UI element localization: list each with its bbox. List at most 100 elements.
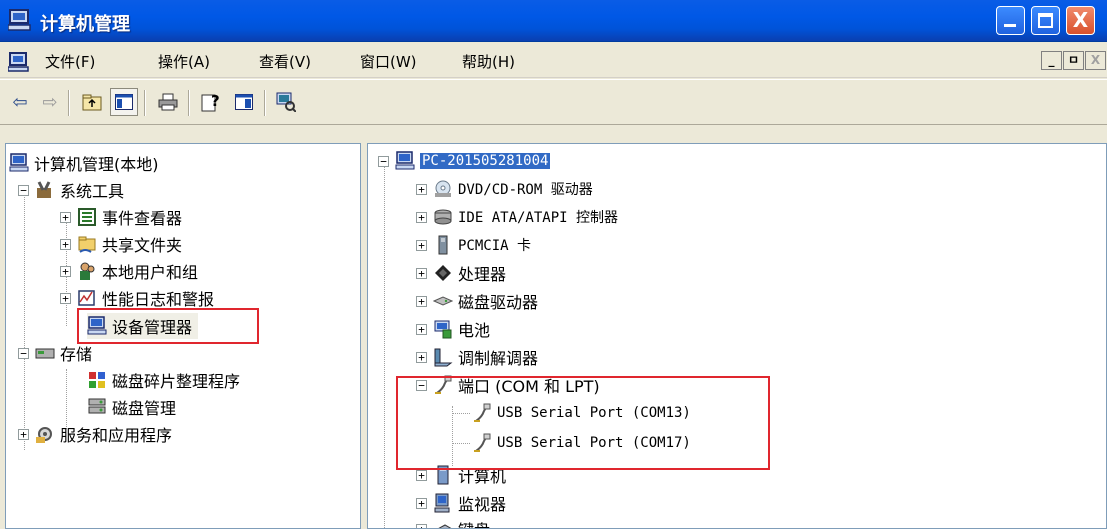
- close-button[interactable]: X: [1066, 6, 1095, 35]
- tree-node-local-users[interactable]: + 本地用户和组: [60, 258, 198, 284]
- up-folder-icon: [82, 94, 102, 111]
- close-icon: X: [1072, 8, 1089, 32]
- device-category-battery[interactable]: + 电池: [416, 316, 490, 342]
- tree-node-label: 服务和应用程序: [60, 426, 173, 445]
- maximize-icon: [1038, 13, 1053, 28]
- expand-icon[interactable]: +: [416, 351, 427, 363]
- disk-drive-icon: [433, 296, 453, 306]
- device-category-processor[interactable]: + 处理器: [416, 260, 506, 286]
- menu-help[interactable]: 帮助(H): [462, 51, 515, 72]
- expand-icon[interactable]: +: [18, 428, 29, 440]
- forward-button[interactable]: ⇨: [36, 88, 64, 116]
- show-hide-tree-icon: [115, 94, 133, 110]
- help-icon: ?: [201, 92, 220, 112]
- properties-button[interactable]: [230, 88, 258, 116]
- device-tree-pane[interactable]: − PC-201505281004 + DVD/CD-ROM 驱动器 + IDE…: [367, 143, 1107, 529]
- device-category-label: IDE ATA/ATAPI 控制器: [458, 210, 619, 226]
- device-category-label: 电池: [458, 321, 491, 340]
- console-icon[interactable]: [8, 52, 30, 72]
- toolbar-separator: [188, 90, 190, 116]
- device-category-disk[interactable]: + 磁盘驱动器: [416, 288, 538, 314]
- device-category-label: 键盘: [458, 517, 490, 528]
- expand-icon[interactable]: +: [416, 469, 427, 481]
- collapse-icon[interactable]: −: [18, 184, 29, 196]
- tree-node-shared-folders[interactable]: + 共享文件夹: [60, 231, 182, 257]
- expand-icon[interactable]: +: [416, 267, 427, 279]
- tree-node-label: 共享文件夹: [102, 236, 183, 255]
- tree-line: [384, 162, 385, 528]
- device-tree-root[interactable]: − PC-201505281004: [378, 148, 551, 174]
- expand-icon[interactable]: +: [416, 323, 427, 335]
- expand-icon[interactable]: +: [416, 523, 427, 528]
- menu-view[interactable]: 查看(V): [259, 51, 311, 72]
- expand-icon[interactable]: +: [416, 211, 427, 223]
- child-close-button[interactable]: X: [1085, 51, 1106, 70]
- device-category-monitor[interactable]: + 监视器: [416, 490, 506, 516]
- expand-icon[interactable]: +: [416, 295, 427, 307]
- device-category-ide[interactable]: + IDE ATA/ATAPI 控制器: [416, 204, 618, 230]
- tree-node-services-apps[interactable]: + 服务和应用程序: [18, 421, 172, 447]
- toolbar-separator: [68, 90, 70, 116]
- device-category-keyboard[interactable]: + 键盘: [416, 516, 490, 528]
- print-button[interactable]: [154, 88, 182, 116]
- console-tree-pane[interactable]: 计算机管理(本地) − 系统工具 + 事件查看器 + 共享文件夹 + 本地用户和…: [5, 143, 361, 529]
- users-icon: [80, 262, 95, 280]
- computer-management-icon: [9, 153, 29, 172]
- highlight-box-ports: [396, 376, 770, 470]
- tree-node-root[interactable]: 计算机管理(本地): [9, 150, 159, 176]
- expand-icon[interactable]: +: [416, 497, 427, 509]
- tree-node-label: 磁盘管理: [112, 399, 177, 418]
- tree-node-label: 计算机管理(本地): [34, 155, 159, 174]
- modem-icon: [434, 348, 453, 367]
- device-category-label: PCMCIA 卡: [458, 238, 532, 254]
- monitor-icon: [434, 493, 450, 513]
- window-title: 计算机管理: [40, 14, 130, 35]
- tree-node-disk-management[interactable]: 磁盘管理: [87, 394, 176, 420]
- show-hide-tree-button[interactable]: [110, 88, 138, 116]
- minimize-icon: [1004, 24, 1016, 27]
- computer-icon: [395, 151, 415, 170]
- help-button[interactable]: ?: [198, 88, 226, 116]
- tree-node-system-tools[interactable]: − 系统工具: [18, 177, 124, 203]
- highlight-box-device-manager: [77, 308, 259, 344]
- expand-icon[interactable]: +: [60, 238, 71, 250]
- menu-window[interactable]: 窗口(W): [360, 51, 417, 72]
- device-category-modem[interactable]: + 调制解调器: [416, 344, 538, 370]
- scan-hardware-icon: [276, 92, 296, 112]
- device-tree-root-label: PC-201505281004: [420, 153, 551, 169]
- ide-controller-icon: [434, 209, 452, 225]
- properties-icon: [235, 94, 253, 110]
- defragmenter-icon: [89, 372, 105, 388]
- title-bar[interactable]: 计算机管理 X: [0, 0, 1107, 42]
- menu-action[interactable]: 操作(A): [158, 51, 210, 72]
- tree-node-label: 磁盘碎片整理程序: [112, 372, 241, 391]
- expand-icon[interactable]: +: [416, 239, 427, 251]
- expand-icon[interactable]: +: [416, 183, 427, 195]
- event-viewer-icon: [78, 208, 96, 226]
- storage-icon: [35, 348, 55, 359]
- up-button[interactable]: [78, 88, 106, 116]
- tree-node-disk-defragmenter[interactable]: 磁盘碎片整理程序: [87, 367, 240, 393]
- child-minimize-button[interactable]: _: [1041, 51, 1062, 70]
- performance-icon: [78, 290, 95, 306]
- back-button[interactable]: ⇦: [6, 88, 34, 116]
- battery-icon: [434, 320, 452, 339]
- device-category-dvd[interactable]: + DVD/CD-ROM 驱动器: [416, 176, 593, 202]
- tree-line: [24, 188, 25, 450]
- child-restore-button[interactable]: ㅁ: [1063, 51, 1084, 70]
- collapse-icon[interactable]: −: [18, 347, 29, 359]
- expand-icon[interactable]: +: [60, 211, 71, 223]
- expand-icon[interactable]: +: [60, 265, 71, 277]
- collapse-icon[interactable]: −: [378, 155, 389, 167]
- tree-node-event-viewer[interactable]: + 事件查看器: [60, 204, 182, 230]
- menu-file[interactable]: 文件(F): [45, 51, 95, 72]
- expand-icon[interactable]: +: [60, 292, 71, 304]
- scan-hardware-button[interactable]: [272, 88, 300, 116]
- device-category-label: DVD/CD-ROM 驱动器: [458, 182, 593, 198]
- device-category-pcmcia[interactable]: + PCMCIA 卡: [416, 232, 531, 258]
- maximize-button[interactable]: [1031, 6, 1060, 35]
- device-category-label: 调制解调器: [458, 349, 539, 368]
- device-category-label: 磁盘驱动器: [458, 293, 539, 312]
- computer-management-icon: [8, 9, 31, 31]
- minimize-button[interactable]: [996, 6, 1025, 35]
